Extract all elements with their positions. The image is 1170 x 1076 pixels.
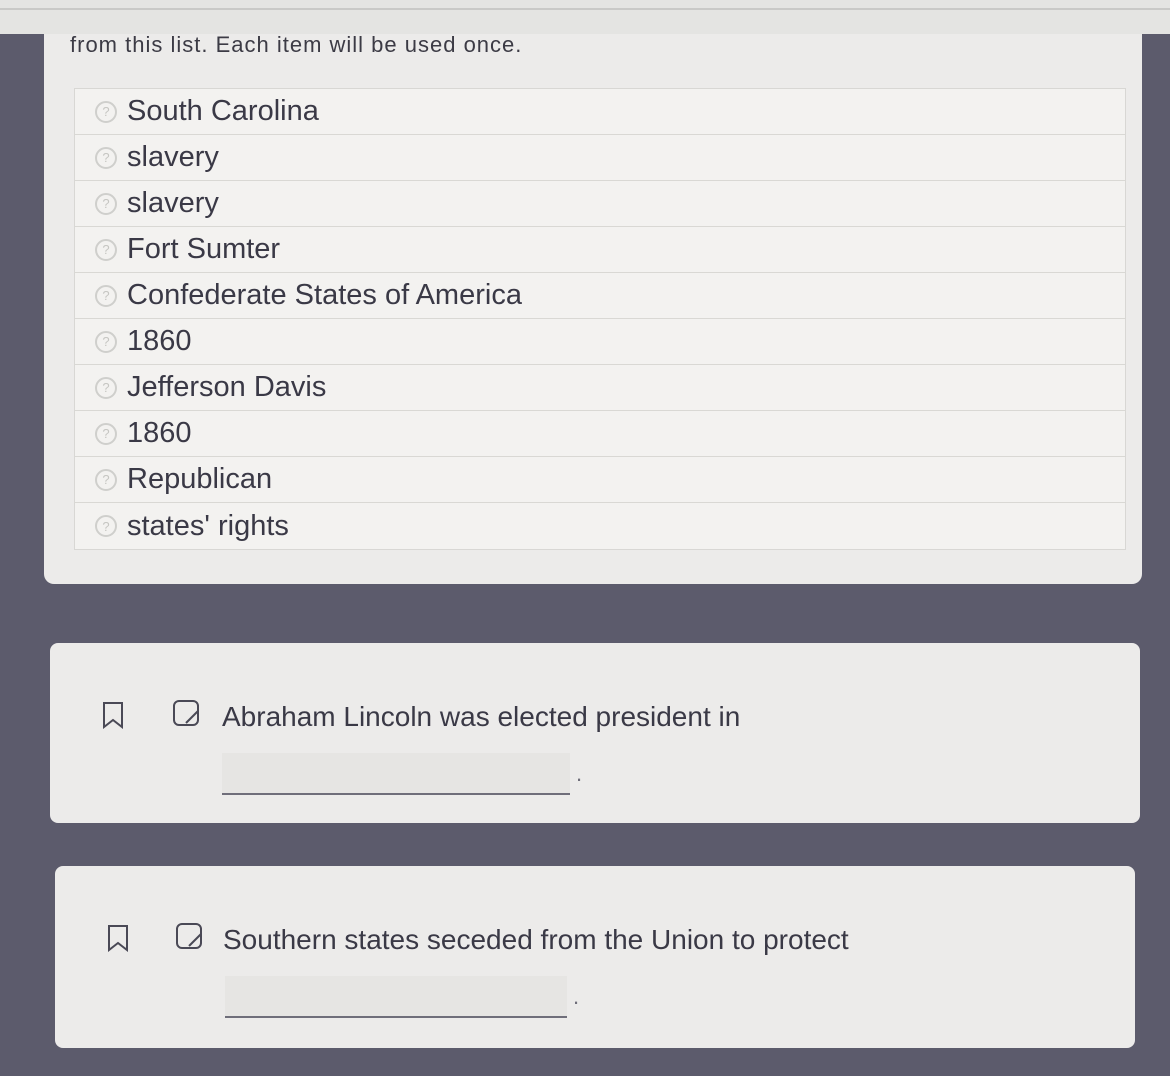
word-bank-label: states' rights [127, 509, 289, 542]
word-bank-item[interactable]: ? 1860 [75, 411, 1125, 457]
bookmark-icon[interactable] [107, 924, 129, 952]
answer-blank[interactable] [222, 753, 570, 795]
word-bank-item[interactable]: ? 1860 [75, 319, 1125, 365]
bookmark-icon[interactable] [102, 701, 124, 729]
word-bank-label: slavery [127, 187, 219, 219]
word-bank-label: 1860 [127, 325, 192, 357]
edit-icon[interactable] [175, 922, 205, 952]
word-bank-label: Jefferson Davis [127, 371, 327, 403]
question-text: Southern states seceded from the Union t… [223, 924, 849, 955]
word-bank-label: 1860 [127, 417, 192, 449]
question-card: Abraham Lincoln was elected president in… [50, 643, 1140, 823]
word-bank-item[interactable]: ? Jefferson Davis [75, 365, 1125, 411]
word-bank-item[interactable]: ? Confederate States of America [75, 273, 1125, 319]
answer-blank[interactable] [225, 976, 567, 1018]
word-bank-item[interactable]: ? slavery [75, 181, 1125, 227]
instructions-text: from this list. Each item will be used o… [70, 32, 523, 54]
word-bank-item[interactable]: ? Republican [75, 457, 1125, 503]
question-circle-icon: ? [95, 238, 117, 261]
word-bank-label: slavery [127, 141, 219, 173]
divider [0, 8, 1170, 10]
word-bank-label: Fort Sumter [127, 233, 281, 265]
question-circle-icon: ? [95, 146, 117, 169]
question-circle-icon: ? [95, 468, 117, 491]
edit-icon[interactable] [172, 699, 202, 729]
word-bank-item[interactable]: ? slavery [75, 135, 1125, 181]
question-circle-icon: ? [95, 284, 117, 307]
word-bank-label: South Carolina [127, 95, 319, 127]
question-card: Southern states seceded from the Union t… [55, 866, 1135, 1048]
word-bank-label: Confederate States of America [127, 279, 522, 311]
period-text: . [573, 984, 580, 1009]
word-bank-item[interactable]: ? Fort Sumter [75, 227, 1125, 273]
word-bank-item[interactable]: ? South Carolina [75, 89, 1125, 135]
period-text: . [576, 761, 583, 786]
question-circle-icon: ? [95, 330, 117, 353]
question-circle-icon: ? [95, 422, 117, 445]
question-circle-icon: ? [95, 192, 117, 215]
question-text: Abraham Lincoln was elected president in [222, 701, 741, 732]
question-circle-icon: ? [95, 100, 117, 123]
question-circle-icon: ? [95, 376, 117, 399]
word-bank-label: Republican [127, 463, 273, 495]
question-circle-icon: ? [95, 515, 117, 537]
word-bank-list: ? South Carolina ? slavery ? slavery ? F… [74, 88, 1126, 550]
word-bank-item[interactable]: ? states' rights [75, 503, 1125, 549]
